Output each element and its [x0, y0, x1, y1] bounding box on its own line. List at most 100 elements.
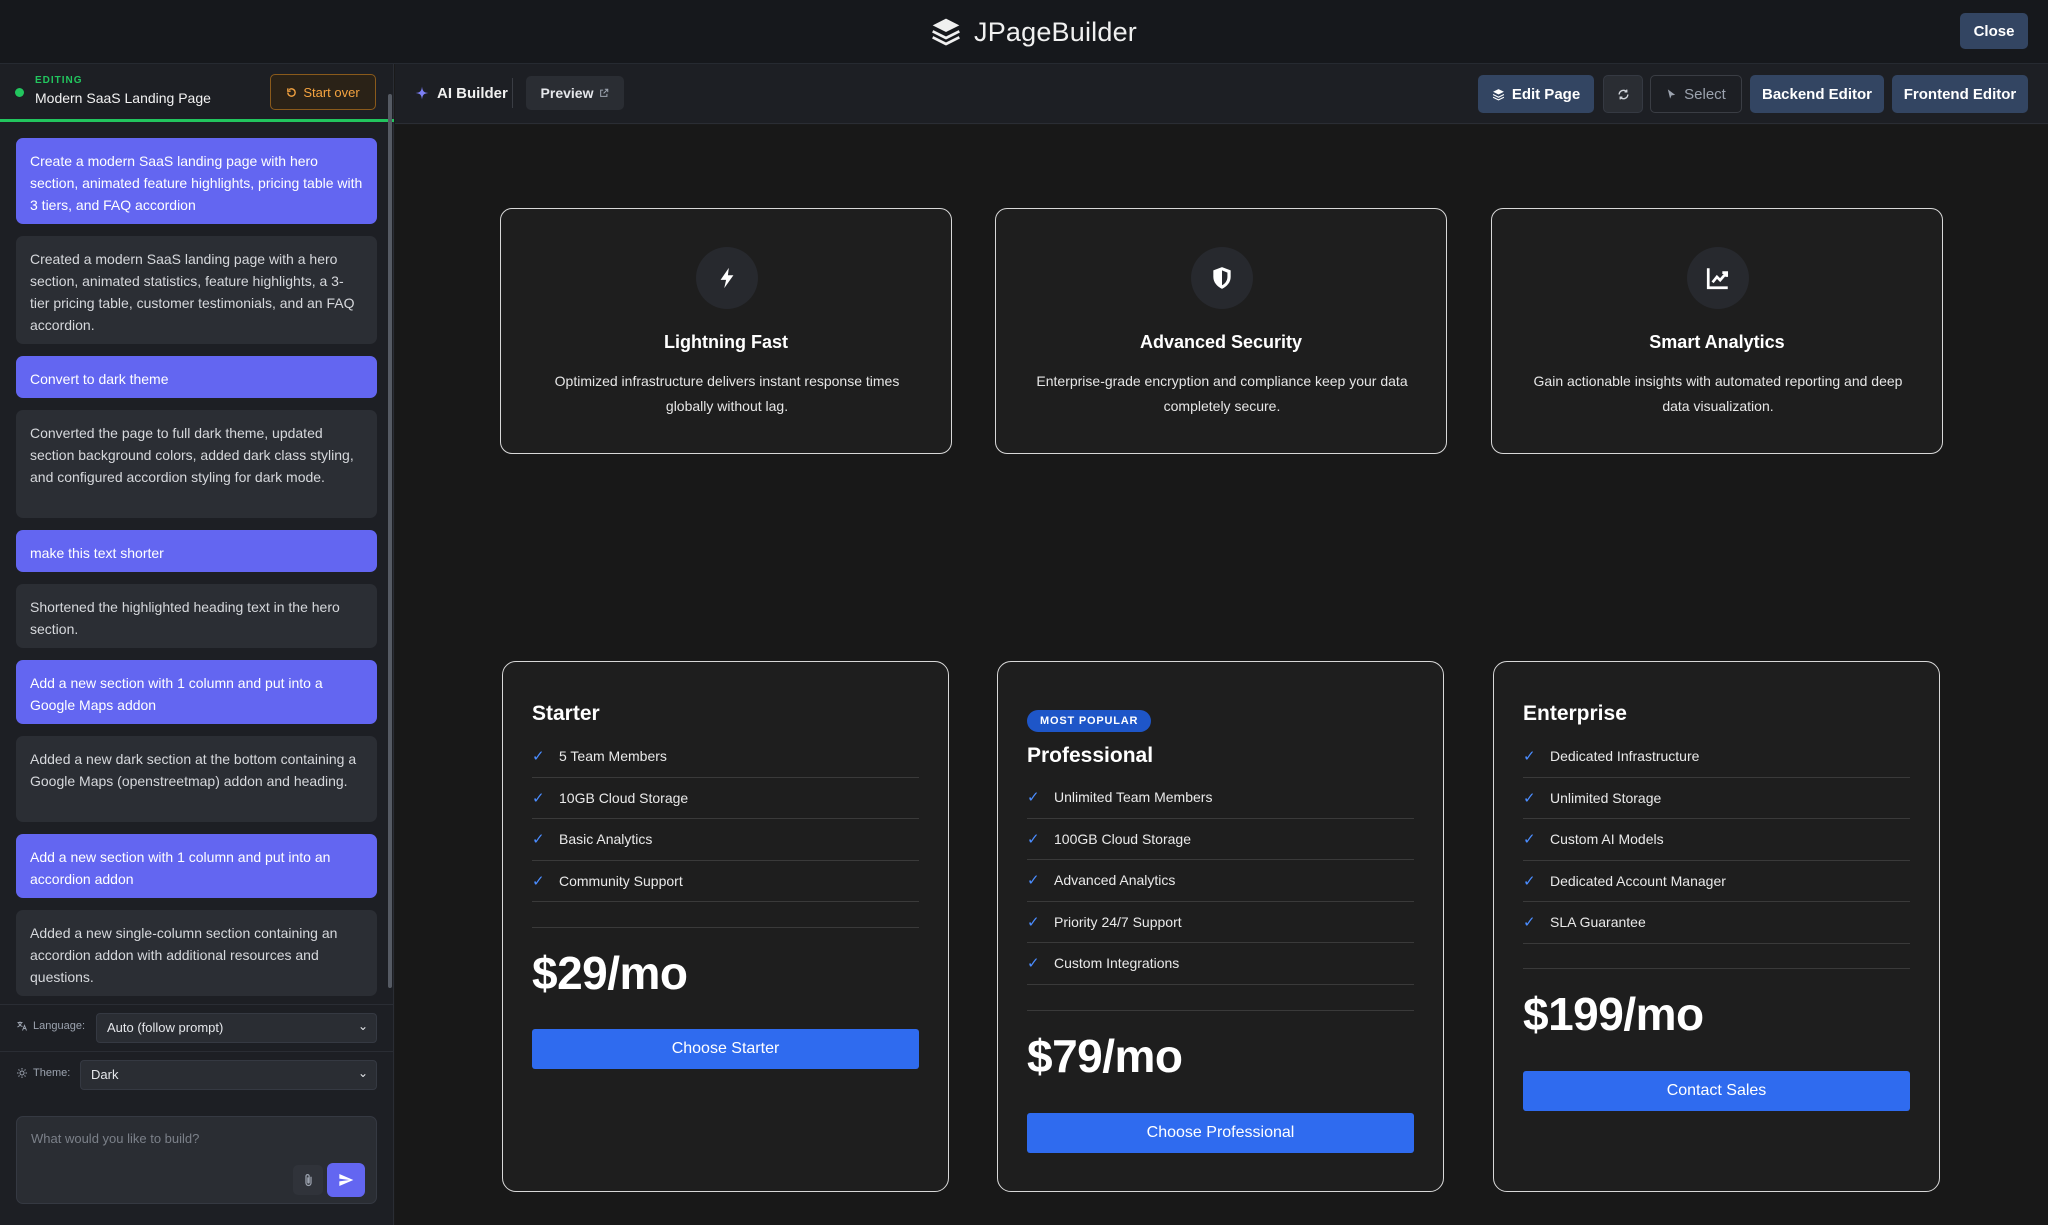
select-tool-button[interactable]: Select [1650, 75, 1742, 113]
plan-name: Professional [1027, 744, 1154, 767]
plan-feature: ✓ SLA Guarantee [1523, 902, 1910, 944]
theme-select[interactable]: Dark ⌄ [80, 1060, 377, 1090]
page-canvas[interactable]: Lightning Fast Optimized infrastructure … [395, 125, 2048, 1225]
check-icon: ✓ [1027, 830, 1040, 848]
translate-icon [17, 1021, 27, 1031]
status-dot [15, 88, 24, 97]
close-button[interactable]: Close [1960, 13, 2028, 49]
plan-feature: ✓ Advanced Analytics [1027, 860, 1414, 902]
top-bar: JPageBuilder Close [0, 0, 2048, 64]
send-button[interactable] [327, 1163, 365, 1197]
contact-sales-button[interactable]: Contact Sales [1523, 1071, 1910, 1111]
send-icon [339, 1174, 354, 1186]
feature-title: Smart Analytics [1649, 332, 1785, 352]
user-message: Convert to dark theme [16, 356, 377, 398]
editor-toolbar: AI Builder Preview Edit Page Select Back… [395, 64, 2048, 124]
plan-price: $199/mo [1523, 988, 1704, 1040]
chat-history[interactable]: Create a modern SaaS landing page with h… [16, 138, 377, 1002]
plan-feature: ✓ Custom AI Models [1523, 819, 1910, 861]
feature-title: Lightning Fast [664, 332, 788, 352]
divider [532, 927, 919, 928]
user-message: Add a new section with 1 column and put … [16, 660, 377, 724]
most-popular-badge: MOST POPULAR [1027, 710, 1152, 732]
start-over-label: Start over [303, 84, 360, 100]
plan-feature: ✓ Community Support [532, 861, 919, 902]
start-over-button[interactable]: Start over [270, 74, 376, 110]
divider [1027, 1010, 1414, 1011]
toolbar-divider [512, 78, 513, 108]
chevron-down-icon: ⌄ [357, 1019, 368, 1033]
ai-builder-tab[interactable]: AI Builder [415, 81, 508, 105]
backend-editor-button[interactable]: Backend Editor [1750, 75, 1884, 113]
user-message: Add a new section with 1 column and put … [16, 834, 377, 898]
check-icon: ✓ [1027, 955, 1040, 973]
pricing-card-starter[interactable]: Starter ✓ 5 Team Members ✓ 10GB Cloud Stor… [502, 661, 949, 1192]
attach-button[interactable] [293, 1165, 323, 1195]
language-row: Language: Auto (follow prompt) ⌄ [0, 1004, 394, 1050]
plan-feature: ✓ Dedicated Infrastructure [1523, 736, 1910, 778]
feature-card[interactable]: Lightning Fast Optimized infrastructure … [500, 208, 952, 454]
plan-feature: ✓ Unlimited Storage [1523, 778, 1910, 819]
feature-icon-wrap [1687, 247, 1749, 309]
user-message: make this text shorter [16, 530, 377, 572]
plan-feature-list: ✓ Dedicated Infrastructure ✓ Unlimited Sto… [1523, 736, 1910, 944]
refresh-button[interactable] [1603, 75, 1643, 113]
language-select[interactable]: Auto (follow prompt) ⌄ [96, 1013, 377, 1043]
assistant-message: Added a new single-column section contai… [16, 910, 377, 996]
editing-header: EDITING Modern SaaS Landing Page Start o… [0, 64, 394, 122]
choose-professional-button[interactable]: Choose Professional [1027, 1113, 1414, 1153]
cursor-icon [1667, 89, 1676, 99]
plan-name: Enterprise [1523, 702, 1627, 725]
language-label: Language: [16, 1020, 85, 1032]
ai-chat-sidebar: EDITING Modern SaaS Landing Page Start o… [0, 64, 394, 1225]
prompt-input[interactable] [31, 1131, 311, 1146]
feature-description: Enterprise-grade encryption and complian… [1036, 373, 1408, 414]
plan-price: $29/mo [532, 947, 688, 999]
sparkle-icon [415, 86, 429, 100]
check-icon: ✓ [1027, 872, 1040, 890]
assistant-message: Converted the page to full dark theme, u… [16, 410, 377, 518]
chart-icon [1706, 268, 1729, 290]
check-icon: ✓ [1027, 789, 1040, 807]
feature-title: Advanced Security [1139, 332, 1303, 352]
divider [1523, 968, 1910, 969]
external-link-icon [600, 88, 609, 97]
app-brand: JPageBuilder [930, 14, 1137, 50]
lightning-icon [720, 267, 734, 289]
plan-feature-list: ✓ Unlimited Team Members ✓ 100GB Cloud Sto… [1027, 777, 1414, 985]
feature-card[interactable]: Smart Analytics Gain actionable insights… [1491, 208, 1943, 454]
plan-feature: ✓ Unlimited Team Members [1027, 777, 1414, 819]
theme-label: Theme: [16, 1067, 70, 1079]
pricing-card-professional[interactable]: MOST POPULAR Professional ✓ Unlimited Tea… [997, 661, 1444, 1192]
check-icon: ✓ [1027, 913, 1040, 931]
plan-feature: ✓ 5 Team Members [532, 736, 919, 778]
choose-starter-button[interactable]: Choose Starter [532, 1029, 919, 1069]
check-icon: ✓ [532, 748, 545, 766]
chevron-down-icon: ⌄ [357, 1066, 368, 1080]
shield-icon [1213, 267, 1231, 289]
refresh-icon [1617, 89, 1629, 99]
theme-row: Theme: Dark ⌄ [0, 1051, 394, 1097]
language-value: Auto (follow prompt) [107, 1020, 224, 1035]
pricing-card-enterprise[interactable]: Enterprise ✓ Dedicated Infrastructure ✓ Un… [1493, 661, 1940, 1192]
edit-page-button[interactable]: Edit Page [1478, 75, 1594, 113]
plan-feature: ✓ Custom Integrations [1027, 943, 1414, 985]
app-title: JPageBuilder [974, 16, 1138, 47]
plan-feature: ✓ Basic Analytics [532, 819, 919, 861]
check-icon: ✓ [532, 789, 545, 807]
chat-scrollbar[interactable] [388, 94, 392, 988]
layers-icon [932, 18, 960, 46]
theme-value: Dark [91, 1067, 119, 1082]
feature-icon-wrap [696, 247, 758, 309]
feature-card[interactable]: Advanced Security Enterprise-grade encry… [995, 208, 1447, 454]
plan-price: $79/mo [1027, 1030, 1183, 1082]
plan-feature: ✓ 10GB Cloud Storage [532, 778, 919, 819]
check-icon: ✓ [532, 831, 545, 849]
feature-icon-wrap [1191, 247, 1253, 309]
frontend-editor-button[interactable]: Frontend Editor [1892, 75, 2028, 113]
preview-button[interactable]: Preview [526, 76, 624, 110]
layers-icon [1492, 88, 1504, 101]
plan-feature: ✓ Dedicated Account Manager [1523, 861, 1910, 902]
reset-icon [287, 87, 297, 97]
feature-description: Gain actionable insights with automated … [1533, 373, 1903, 414]
